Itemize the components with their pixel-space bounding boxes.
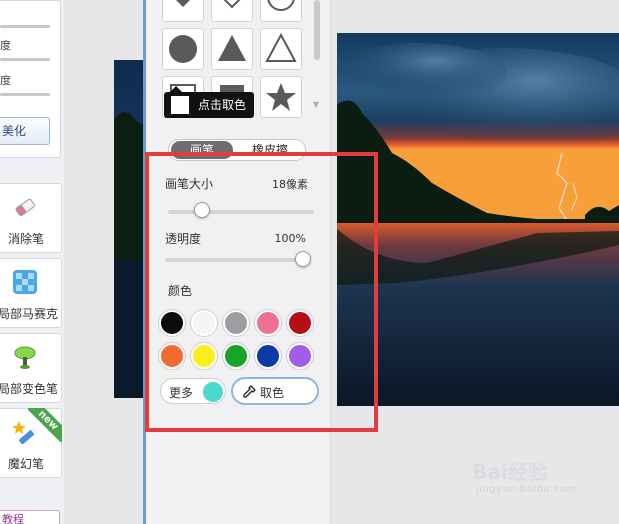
photo-preview-left	[114, 60, 146, 398]
new-badge: new	[28, 408, 62, 442]
photo-canvas[interactable]	[337, 33, 619, 406]
tooltip-text: 点击取色	[198, 98, 247, 112]
shape-heart[interactable]	[162, 0, 204, 22]
mosaic-icon	[13, 270, 37, 294]
pick-color-tooltip: 点击取色	[164, 86, 254, 118]
slider-track[interactable]	[0, 58, 50, 61]
watermark-logo: Bai经验	[472, 460, 548, 484]
shape-triangle[interactable]	[211, 28, 253, 70]
scroll-down-icon[interactable]: ▼	[313, 100, 319, 109]
color-pen-tool-button[interactable]: 局部变色笔	[0, 333, 62, 403]
watermark: Bai经验 jingyan.baidu.com	[472, 456, 612, 502]
shape-star[interactable]	[260, 76, 302, 118]
tool-label: 消除笔	[8, 232, 45, 246]
color-pen-icon	[14, 346, 36, 369]
slider-track[interactable]	[0, 25, 50, 28]
adjust-panel: 度 度 美化	[0, 0, 61, 158]
slider-label: 度	[0, 39, 11, 52]
slider-label: 度	[0, 74, 11, 87]
tool-label: 局部变色笔	[0, 382, 59, 396]
shape-circle-outline[interactable]	[260, 0, 302, 22]
shape-circle[interactable]	[162, 28, 204, 70]
shape-grid-scrollbar[interactable]: ▼	[312, 0, 322, 112]
left-tool-strip: 度 度 美化 消除笔 局部马赛克 局部变色笔 new 魔幻笔 教程	[0, 0, 64, 524]
watermark-url: jingyan.baidu.com	[476, 484, 577, 495]
tool-label: 局部马赛克	[0, 307, 59, 321]
shape-triangle-outline[interactable]	[260, 28, 302, 70]
eraser-tool-button[interactable]: 消除笔	[0, 183, 62, 253]
color-swatch	[171, 96, 189, 114]
eraser-icon	[15, 198, 35, 216]
annotation-highlight-box	[145, 152, 378, 432]
scrollbar-thumb[interactable]	[314, 0, 320, 60]
tutorial-tab[interactable]: 教程	[0, 510, 60, 524]
slider-track[interactable]	[0, 93, 50, 96]
beautify-button[interactable]: 美化	[0, 117, 50, 145]
mosaic-tool-button[interactable]: 局部马赛克	[0, 258, 62, 328]
tool-label: 魔幻笔	[8, 457, 45, 471]
magic-pen-tool-button[interactable]: new 魔幻笔	[0, 408, 62, 478]
shape-heart-outline[interactable]	[211, 0, 253, 22]
